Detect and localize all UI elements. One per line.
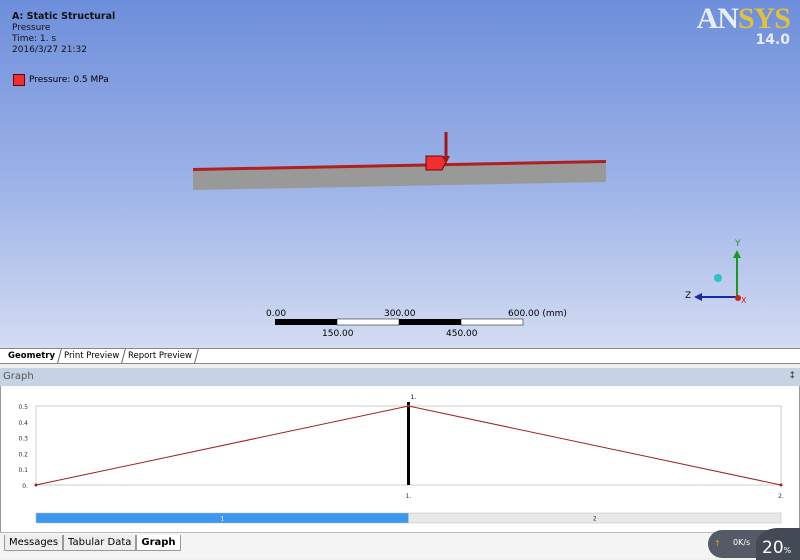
tab-tabular-data[interactable]: Tabular Data bbox=[63, 535, 137, 551]
tab-graph[interactable]: Graph bbox=[136, 535, 181, 551]
z-axis-label: Z bbox=[685, 291, 691, 301]
y-tick-label: 0.3 bbox=[18, 436, 28, 443]
data-point bbox=[34, 483, 38, 487]
tab-print-preview[interactable]: Print Preview bbox=[58, 349, 127, 363]
tab-geometry[interactable]: Geometry bbox=[2, 349, 62, 363]
network-monitor: ↑ 0K/s 20% bbox=[708, 528, 800, 560]
y-tick-label: 0.2 bbox=[18, 451, 28, 458]
load-chart[interactable]: 0. 0.1 0.2 0.3 0.4 0.5 1. 2. 1. 1 2 bbox=[1, 386, 800, 532]
data-point bbox=[407, 404, 410, 408]
scale-600: 600.00 (mm) bbox=[508, 309, 567, 319]
upload-icon: ↑ bbox=[714, 539, 721, 548]
graph-panel: 0. 0.1 0.2 0.3 0.4 0.5 1. 2. 1. 1 2 bbox=[0, 386, 800, 532]
net-rate: 0K/s bbox=[733, 538, 751, 547]
tab-report-preview[interactable]: Report Preview bbox=[122, 349, 200, 363]
y-axis-label: Y bbox=[734, 239, 741, 249]
x-tick-label: 2. bbox=[778, 493, 784, 500]
graph-header: Graph ↕ bbox=[0, 368, 800, 386]
scale-300: 300.00 bbox=[384, 309, 416, 319]
y-tick-label: 0.4 bbox=[18, 420, 28, 427]
y-tick-label: 0. bbox=[22, 483, 28, 490]
scale-bar: 0.00 300.00 600.00 (mm) 150.00 450.00 bbox=[266, 309, 567, 339]
tab-messages[interactable]: Messages bbox=[4, 535, 64, 551]
scale-450: 450.00 bbox=[446, 329, 478, 339]
pin-icon[interactable]: ↕ bbox=[788, 371, 796, 381]
scale-0: 0.00 bbox=[266, 309, 286, 319]
bottom-tabs: Messages Tabular Data Graph bbox=[0, 532, 800, 558]
step-label: 1 bbox=[220, 516, 224, 523]
net-percent: 20% bbox=[756, 528, 800, 560]
geometry-viewport[interactable]: A: Static Structural Pressure Time: 1. s… bbox=[0, 0, 800, 348]
marker-label: 1. bbox=[411, 394, 417, 401]
axis-triad[interactable]: Y Z X bbox=[685, 239, 747, 305]
scale-150: 150.00 bbox=[322, 329, 354, 339]
step-label: 2 bbox=[593, 516, 597, 523]
graph-title: Graph bbox=[3, 371, 34, 382]
data-point bbox=[779, 483, 783, 487]
x-tick-label: 1. bbox=[406, 493, 412, 500]
pressure-marker bbox=[425, 155, 447, 171]
x-axis-label: X bbox=[741, 296, 747, 305]
viewport-tabs: Geometry Print Preview Report Preview bbox=[0, 348, 800, 364]
y-tick-label: 0.1 bbox=[18, 467, 28, 474]
y-tick-label: 0.5 bbox=[18, 404, 28, 411]
